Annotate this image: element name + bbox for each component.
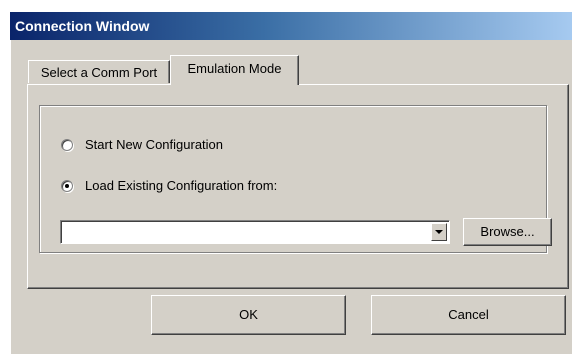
tab-select-comm-port[interactable]: Select a Comm Port <box>28 60 170 83</box>
cancel-button[interactable]: Cancel <box>371 295 566 335</box>
start-new-label: Start New Configuration <box>85 137 224 152</box>
ok-button[interactable]: OK <box>151 295 346 335</box>
chevron-down-icon[interactable] <box>431 223 447 241</box>
tab-emulation-mode[interactable]: Emulation Mode <box>170 55 299 85</box>
connection-window: Connection Window Select a Comm Port Emu… <box>10 12 572 354</box>
start-new-radio[interactable] <box>61 138 73 151</box>
title-bar[interactable]: Connection Window <box>10 12 572 40</box>
window-title: Connection Window <box>15 18 150 34</box>
load-existing-configuration-option[interactable]: Load Existing Configuration from: <box>61 178 277 193</box>
load-existing-label: Load Existing Configuration from: <box>85 178 278 193</box>
start-new-configuration-option[interactable]: Start New Configuration <box>61 137 223 152</box>
configuration-path-combobox[interactable] <box>60 220 450 244</box>
browse-button[interactable]: Browse... <box>463 218 552 246</box>
load-existing-radio[interactable] <box>61 179 73 192</box>
